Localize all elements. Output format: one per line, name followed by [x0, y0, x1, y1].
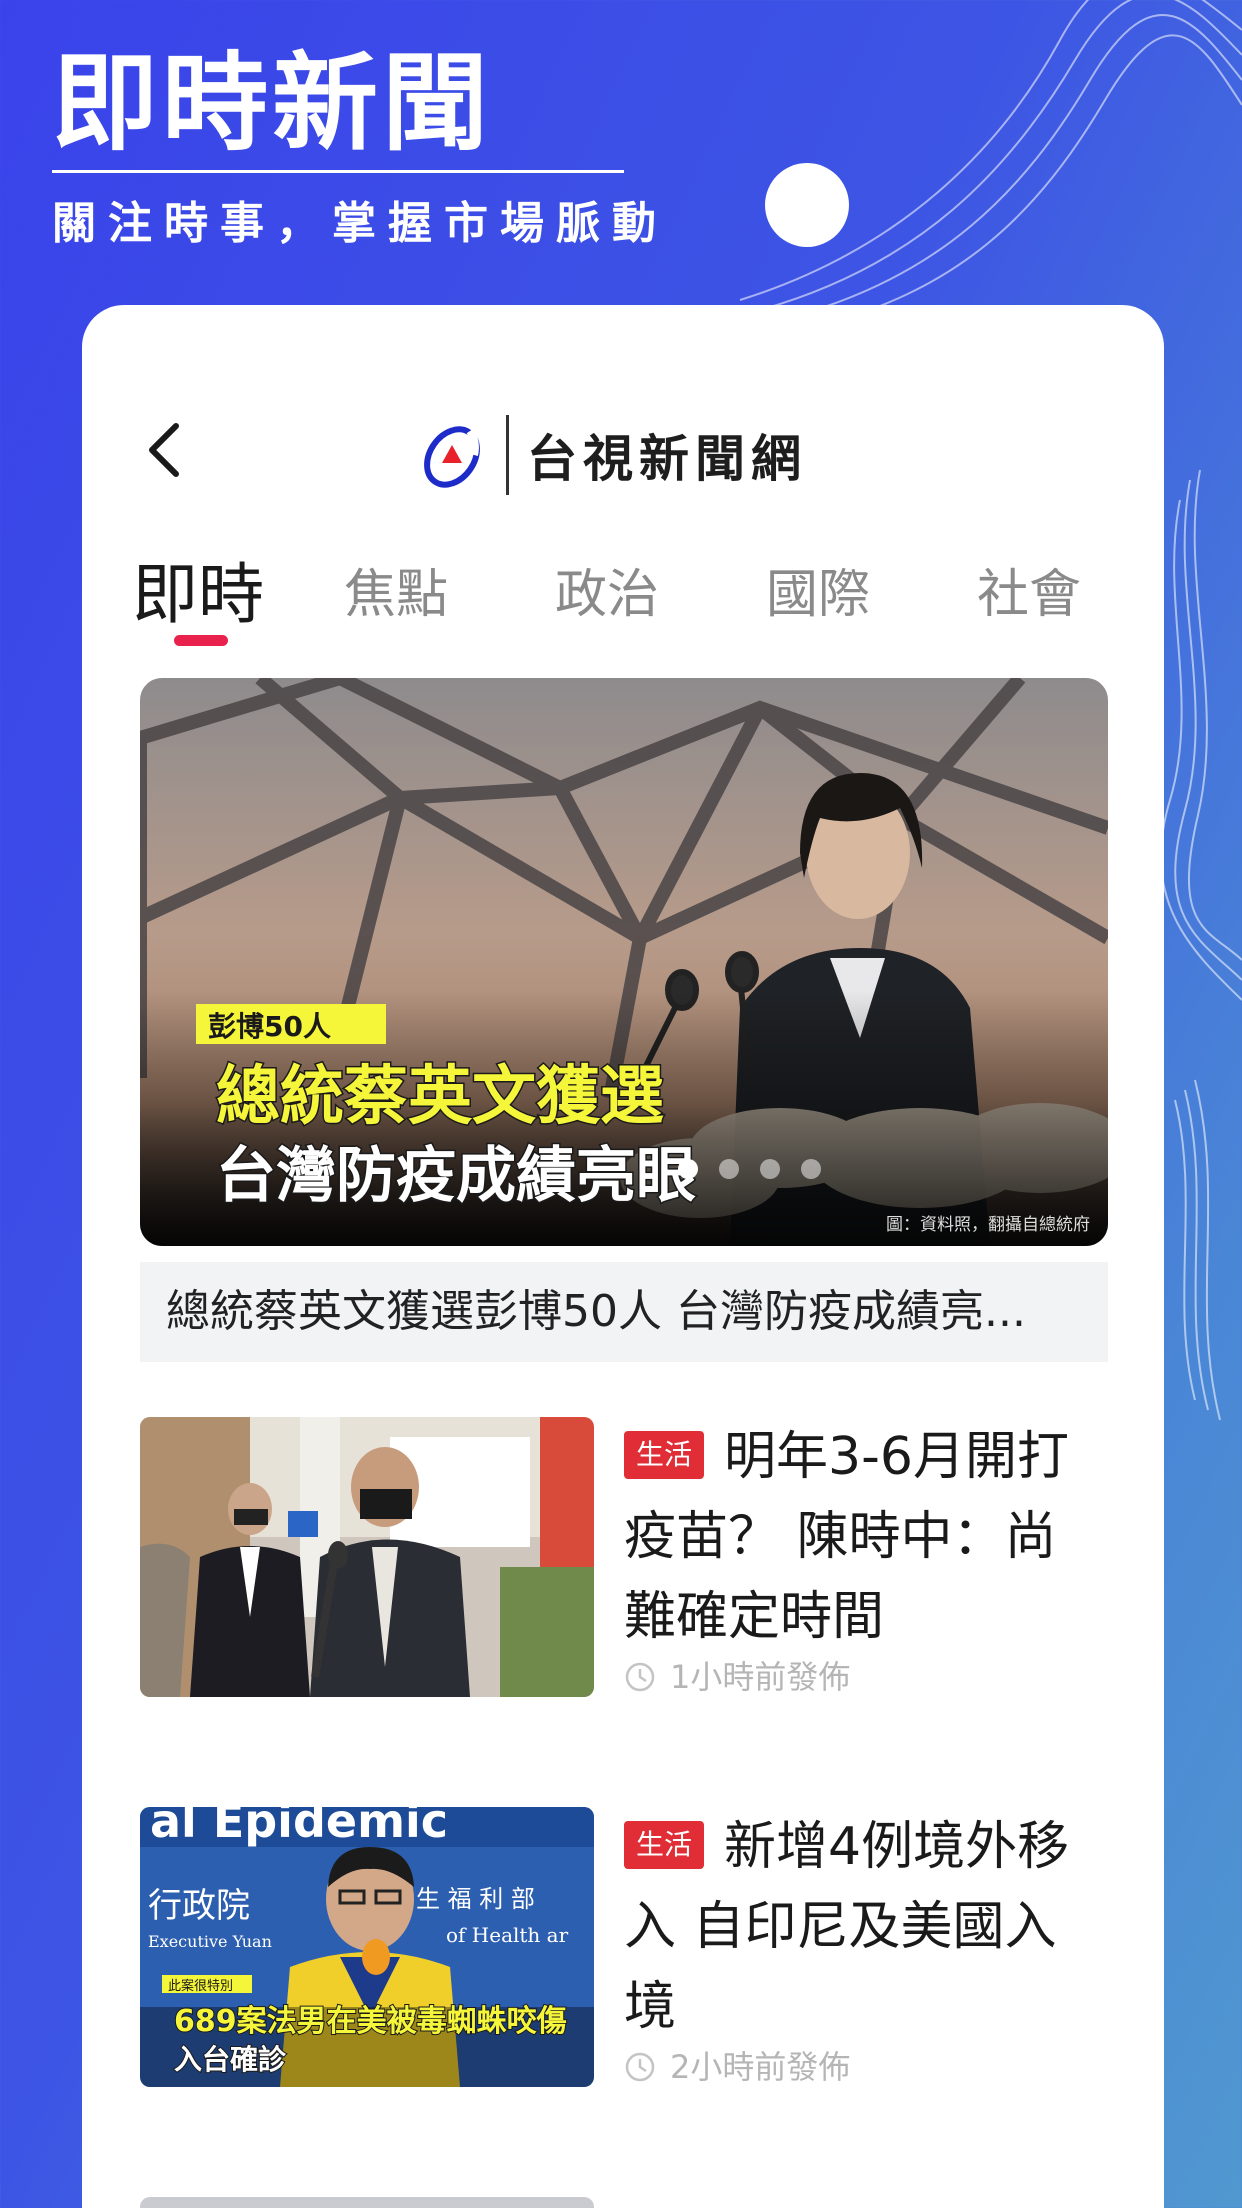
thumb-ministry-text: 生 福 利 部 — [416, 1885, 535, 1913]
promo-subtitle: 關注時事，掌握市場脈動 — [52, 198, 668, 249]
hero-carousel[interactable]: 彭博50人 總統蔡英文獲選 台灣防疫成績亮眼 圖：資料照，翻攝自總統府 — [140, 678, 1108, 1246]
promo-divider — [52, 170, 624, 173]
category-badge: 生活 — [624, 1821, 705, 1869]
news-headline[interactable]: 生活 新增4例境外移入 自印尼及美國入境 — [624, 1807, 1108, 2047]
news-time-text: 2小時前發佈 — [670, 2048, 851, 2086]
next-news-thumbnail-peek[interactable] — [140, 2197, 594, 2208]
tab-international[interactable]: 國際 — [766, 545, 870, 645]
thumb-yuan-text: 行政院 — [148, 1886, 250, 1926]
chevron-left-icon — [149, 423, 179, 477]
category-badge: 生活 — [624, 1431, 705, 1479]
news-headline[interactable]: 生活 明年3-6月開打疫苗？ 陳時中：尚難確定時間 — [624, 1417, 1108, 1657]
thumb-line2-text: 入台確診 — [174, 2043, 287, 2076]
phone-screen: 台視新聞網 即時 焦點 政治 國際 社會 彭博50人 總統蔡英文獲選 台灣防疫成… — [82, 305, 1164, 2208]
hero-photo-credit: 圖：資料照，翻攝自總統府 — [886, 1215, 1090, 1235]
active-tab-indicator — [174, 635, 228, 646]
clock-icon — [625, 1662, 655, 1692]
thumb-banner-text: al Epidemic — [150, 1807, 448, 1848]
tab-society[interactable]: 社會 — [977, 545, 1081, 645]
brand-name: 台視新聞網 — [527, 430, 807, 488]
hero-tag: 彭博50人 — [208, 1010, 331, 1043]
news-thumbnail — [140, 1417, 594, 1697]
news-timestamp: 1小時前發佈 — [624, 1657, 1108, 1697]
decorative-dot — [765, 163, 849, 247]
hero-image: 彭博50人 總統蔡英文獲選 台灣防疫成績亮眼 圖：資料照，翻攝自總統府 — [140, 678, 1108, 1246]
hero-overlay-line2: 台灣防疫成績亮眼 — [216, 1141, 696, 1211]
carousel-dot-1[interactable] — [678, 1159, 698, 1179]
news-thumbnail: al Epidemic 生 福 利 部 of Health ar 行政院 Exe… — [140, 1807, 594, 2087]
tab-politics[interactable]: 政治 — [555, 545, 659, 645]
news-time-text: 1小時前發佈 — [670, 1658, 851, 1696]
thumb-line1-text: 689案法男在美被毒蜘蛛咬傷 — [174, 2004, 567, 2039]
news-text: 生活 明年3-6月開打疫苗？ 陳時中：尚難確定時間 1小時前發佈 — [624, 1417, 1108, 1697]
news-list-item[interactable]: al Epidemic 生 福 利 部 of Health ar 行政院 Exe… — [140, 1807, 1108, 2097]
brand-header: 台視新聞網 — [412, 415, 807, 495]
thumb-ministry-en-text: of Health ar — [446, 1923, 569, 1947]
thumb-yuan-en-text: Executive Yuan — [148, 1932, 272, 1951]
thumbnail-image: al Epidemic 生 福 利 部 of Health ar 行政院 Exe… — [140, 1807, 594, 2087]
carousel-dot-3[interactable] — [760, 1159, 780, 1179]
tab-focus[interactable]: 焦點 — [344, 545, 448, 645]
category-tabs: 即時 焦點 政治 國際 社會 — [132, 545, 1132, 645]
clock-icon — [625, 2052, 655, 2082]
news-timestamp: 2小時前發佈 — [624, 2047, 1108, 2087]
thumb-tag-text: 此案很特別 — [168, 1979, 233, 1994]
news-list-item[interactable]: 生活 明年3-6月開打疫苗？ 陳時中：尚難確定時間 1小時前發佈 — [140, 1417, 1108, 1707]
thumbnail-image — [140, 1417, 594, 1697]
carousel-dot-2[interactable] — [719, 1159, 739, 1179]
tts-logo-icon — [424, 426, 480, 488]
back-button[interactable] — [134, 420, 194, 480]
hero-overlay-line1: 總統蔡英文獲選 — [216, 1060, 664, 1134]
carousel-dot-4[interactable] — [801, 1159, 821, 1179]
brand-divider — [506, 415, 509, 495]
tab-realtime[interactable]: 即時 — [132, 545, 264, 645]
news-text: 生活 新增4例境外移入 自印尼及美國入境 2小時前發佈 — [624, 1807, 1108, 2087]
promo-title: 即時新聞 — [52, 42, 492, 165]
hero-caption[interactable]: 總統蔡英文獲選彭博50人 台灣防疫成績亮... — [140, 1262, 1108, 1362]
